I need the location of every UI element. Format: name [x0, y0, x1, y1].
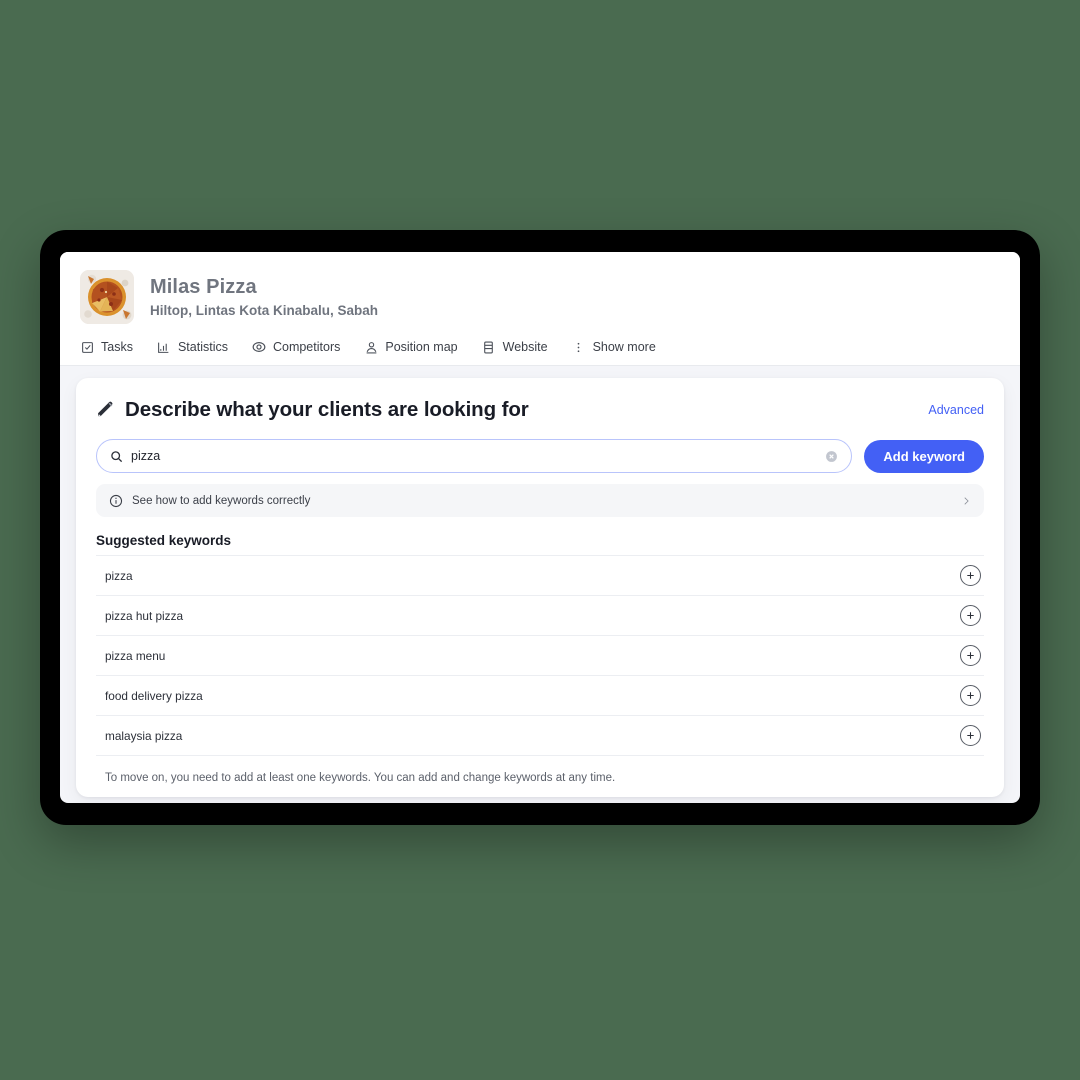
keyword-help-banner[interactable]: See how to add keywords correctly — [96, 484, 984, 517]
nav-tabs: Tasks Statistics Competitors Position ma… — [60, 340, 1020, 366]
search-icon — [110, 450, 123, 463]
info-icon — [109, 494, 123, 508]
list-item[interactable]: food delivery pizza — [96, 676, 984, 716]
add-keyword-button[interactable]: Add keyword — [864, 439, 984, 473]
app-header: Milas Pizza Hiltop, Lintas Kota Kinabalu… — [60, 252, 1020, 366]
keywords-card: Describe what your clients are looking f… — [76, 378, 1004, 797]
tab-statistics[interactable]: Statistics — [157, 340, 228, 354]
list-item[interactable]: pizza hut pizza — [96, 596, 984, 636]
suggested-keywords-title: Suggested keywords — [96, 533, 232, 548]
keyword-label: pizza menu — [105, 648, 166, 663]
pizza-photo-icon — [80, 270, 134, 324]
business-thumbnail — [80, 270, 134, 324]
tab-competitors[interactable]: Competitors — [252, 340, 340, 354]
keyword-label: food delivery pizza — [105, 688, 203, 703]
tab-show-more[interactable]: Show more — [572, 340, 656, 354]
add-keyword-plus-button[interactable] — [960, 725, 981, 746]
add-keyword-plus-button[interactable] — [960, 605, 981, 626]
bar-chart-icon — [157, 340, 171, 354]
list-item[interactable]: malaysia pizza — [96, 716, 984, 756]
add-keyword-plus-button[interactable] — [960, 645, 981, 666]
person-pin-icon — [364, 340, 378, 354]
card-header: Describe what your clients are looking f… — [96, 398, 984, 422]
footer-note: To move on, you need to add at least one… — [105, 772, 616, 784]
keyword-search-box[interactable] — [96, 439, 853, 473]
pencil-icon — [96, 400, 116, 420]
list-item[interactable]: pizza — [96, 556, 984, 596]
business-address: Hiltop, Lintas Kota Kinabalu, Sabah — [150, 302, 379, 318]
app-screen: Milas Pizza Hiltop, Lintas Kota Kinabalu… — [60, 252, 1020, 803]
checkbox-icon — [80, 340, 94, 354]
tab-label: Show more — [592, 340, 656, 354]
keyword-help-text: See how to add keywords correctly — [132, 494, 311, 507]
business-name: Milas Pizza — [150, 275, 257, 298]
suggested-keywords-list: pizza pizza hut pizza pizza menu food de… — [96, 555, 984, 756]
dots-vertical-icon — [572, 340, 586, 354]
page-title: Describe what your clients are looking f… — [96, 398, 529, 422]
tab-website[interactable]: Website — [482, 340, 548, 354]
add-keyword-plus-button[interactable] — [960, 685, 981, 706]
keyword-label: pizza — [105, 568, 133, 583]
device-frame: Milas Pizza Hiltop, Lintas Kota Kinabalu… — [40, 230, 1040, 825]
search-row: Add keyword — [96, 439, 984, 473]
chevron-right-icon — [961, 495, 971, 507]
business-info: Milas Pizza Hiltop, Lintas Kota Kinabalu… — [150, 275, 378, 319]
tab-label: Website — [502, 340, 548, 354]
server-icon — [482, 340, 496, 354]
keyword-label: pizza hut pizza — [105, 608, 184, 623]
advanced-link[interactable]: Advanced — [928, 403, 984, 417]
tab-label: Tasks — [101, 340, 133, 354]
page-title-text: Describe what your clients are looking f… — [125, 398, 529, 421]
tab-label: Position map — [385, 340, 458, 354]
keyword-label: malaysia pizza — [105, 728, 183, 743]
business-header: Milas Pizza Hiltop, Lintas Kota Kinabalu… — [60, 252, 1020, 340]
tab-position-map[interactable]: Position map — [364, 340, 458, 354]
list-item[interactable]: pizza menu — [96, 636, 984, 676]
content-area: Describe what your clients are looking f… — [60, 366, 1020, 797]
search-input[interactable] — [131, 449, 818, 463]
clear-circle-icon[interactable] — [825, 450, 838, 463]
eye-target-icon — [252, 340, 266, 354]
tab-label: Statistics — [177, 340, 228, 354]
add-keyword-plus-button[interactable] — [960, 565, 981, 586]
tab-label: Competitors — [272, 340, 341, 354]
tab-tasks[interactable]: Tasks — [80, 340, 133, 354]
